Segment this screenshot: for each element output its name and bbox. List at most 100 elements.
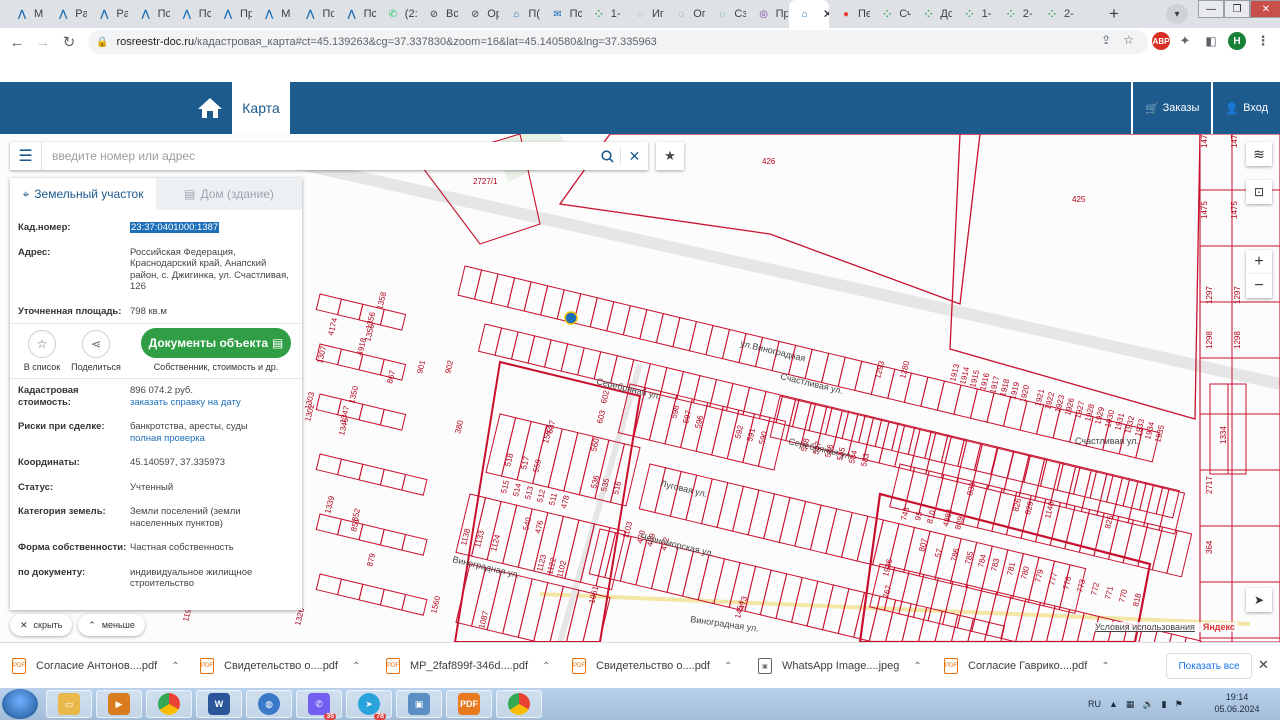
parcel[interactable] bbox=[486, 570, 518, 635]
tray-expand-icon[interactable]: ▲ bbox=[1109, 699, 1118, 709]
parcel[interactable] bbox=[358, 583, 385, 606]
browser-tab[interactable]: ⁘ 2- bbox=[1036, 2, 1076, 26]
parcel[interactable] bbox=[315, 453, 342, 476]
taskbar-media[interactable]: ▶ bbox=[96, 690, 142, 718]
parcel[interactable] bbox=[533, 582, 564, 642]
volume-icon[interactable]: 🔊 bbox=[1142, 699, 1153, 710]
start-button[interactable] bbox=[2, 689, 38, 719]
forward-icon[interactable]: → bbox=[30, 29, 56, 55]
nav-map-tab[interactable]: Карта bbox=[232, 82, 290, 134]
zoom-in-button[interactable]: + bbox=[1246, 250, 1272, 274]
share-icon[interactable]: ⇪ bbox=[1101, 33, 1111, 47]
download-item[interactable]: PDF Согласие Антонов....pdf ⌃ bbox=[12, 651, 180, 681]
orders-button[interactable]: 🛒 Заказы bbox=[1130, 82, 1211, 134]
parcel[interactable] bbox=[912, 573, 939, 622]
parcel[interactable] bbox=[1227, 383, 1247, 475]
browser-tab[interactable]: ⁘ 1- bbox=[954, 2, 994, 26]
favorites-star-icon[interactable]: ★ bbox=[656, 142, 684, 170]
menu-icon[interactable]: ☰ bbox=[10, 142, 42, 170]
tray-app-icon[interactable]: ▦ bbox=[1126, 699, 1135, 710]
chevron-up-icon[interactable]: ⌃ bbox=[171, 661, 179, 672]
taskbar-photos[interactable]: ▣ bbox=[396, 690, 442, 718]
parcel[interactable] bbox=[337, 578, 364, 601]
taskbar-browser[interactable]: ◍ bbox=[246, 690, 292, 718]
parcel[interactable] bbox=[517, 578, 549, 642]
parcel[interactable] bbox=[635, 539, 663, 590]
parcel[interactable] bbox=[315, 513, 342, 536]
browser-tab[interactable]: ◌ Ог bbox=[665, 2, 705, 26]
parcel[interactable] bbox=[315, 573, 342, 596]
parcel[interactable] bbox=[379, 308, 407, 331]
parcel[interactable] bbox=[358, 353, 385, 376]
chevron-up-icon[interactable]: ⌃ bbox=[913, 661, 921, 672]
browser-tab[interactable]: ⋀ M bbox=[6, 2, 46, 26]
parcel[interactable] bbox=[401, 593, 428, 616]
close-window-button[interactable]: ✕ bbox=[1250, 0, 1280, 18]
profile-avatar[interactable]: H bbox=[1228, 32, 1246, 50]
parcel[interactable] bbox=[775, 573, 803, 623]
search-icon[interactable] bbox=[594, 149, 620, 163]
cadastral-number-value[interactable]: 23:37:0401000:1387 bbox=[130, 222, 220, 233]
browser-tab[interactable]: ✆ (2: bbox=[377, 2, 417, 26]
parcel[interactable] bbox=[697, 554, 726, 605]
parcel[interactable] bbox=[894, 425, 921, 472]
parcel[interactable] bbox=[977, 621, 1006, 642]
add-to-list-button[interactable]: ☆ В список bbox=[12, 330, 72, 372]
chevron-up-icon[interactable]: ⌃ bbox=[724, 661, 732, 672]
show-all-downloads-button[interactable]: Показать все bbox=[1166, 653, 1252, 679]
chevron-up-icon[interactable]: ⌃ bbox=[1101, 661, 1109, 672]
browser-tab[interactable]: ⌂ П( bbox=[500, 2, 540, 26]
full-check-link[interactable]: полная проверка bbox=[130, 433, 294, 445]
parcel[interactable] bbox=[379, 468, 407, 491]
tab-search-button[interactable]: ▾ bbox=[1166, 4, 1188, 24]
close-tab-icon[interactable]: ✕ bbox=[823, 7, 829, 21]
login-button[interactable]: 👤 Вход bbox=[1211, 82, 1280, 134]
clear-icon[interactable]: ✕ bbox=[620, 147, 648, 165]
share-button[interactable]: ⋖ Поделиться bbox=[66, 330, 126, 372]
browser-tab[interactable]: ⋀ Пс bbox=[130, 2, 169, 26]
zoom-out-button[interactable]: − bbox=[1246, 274, 1272, 298]
parcel[interactable] bbox=[494, 327, 519, 360]
parcel[interactable] bbox=[527, 335, 552, 368]
home-icon[interactable] bbox=[190, 82, 230, 134]
browser-tab[interactable]: ◌ Иг bbox=[624, 2, 664, 26]
parcel[interactable] bbox=[716, 482, 744, 532]
taskbar-chrome-2[interactable] bbox=[496, 690, 542, 718]
download-item[interactable]: PDF Согласие Гаврико....pdf ⌃ bbox=[944, 651, 1110, 681]
terms-link[interactable]: Условия использования bbox=[1095, 622, 1195, 632]
taskbar-pdf[interactable]: PDF bbox=[446, 690, 492, 718]
download-item[interactable]: PDF Свидетельство о....pdf ⌃ bbox=[200, 651, 360, 681]
extensions-puzzle-icon[interactable]: ✦ bbox=[1176, 32, 1194, 50]
order-certificate-link[interactable]: заказать справку на дату bbox=[130, 397, 294, 409]
parcel[interactable] bbox=[732, 485, 760, 536]
side-panel-icon[interactable]: ◧ bbox=[1202, 32, 1220, 50]
maximize-button[interactable]: ❐ bbox=[1224, 0, 1250, 18]
parcel[interactable] bbox=[682, 550, 710, 601]
parcel[interactable] bbox=[337, 458, 364, 481]
parcel[interactable] bbox=[486, 500, 518, 565]
address-bar[interactable]: 🔒 rosreestr-doc.ru/кадастровая_карта#ct=… bbox=[88, 30, 1148, 54]
parcel[interactable] bbox=[809, 504, 838, 555]
browser-tab[interactable]: ⋀ Пс bbox=[336, 2, 375, 26]
search-input[interactable] bbox=[42, 143, 594, 169]
ruler-icon[interactable]: ⊡ bbox=[1246, 180, 1272, 204]
layers-icon[interactable]: ≋ bbox=[1246, 142, 1272, 166]
download-item[interactable]: ▣ WhatsApp Image....jpeg ⌃ bbox=[758, 651, 922, 681]
parcel[interactable] bbox=[502, 504, 533, 568]
browser-tab[interactable]: ⋀ M bbox=[253, 2, 293, 26]
parcel[interactable] bbox=[337, 298, 364, 321]
browser-tab[interactable]: ◎ Пр bbox=[748, 2, 787, 26]
parcel[interactable] bbox=[510, 331, 536, 364]
object-documents-button[interactable]: Документы объекта ▤ bbox=[141, 328, 291, 358]
back-icon[interactable]: ← bbox=[4, 29, 30, 55]
parcel[interactable] bbox=[379, 588, 407, 611]
browser-tab[interactable]: ⋀ Пс bbox=[294, 2, 334, 26]
browser-tab[interactable]: ⋀ Пс bbox=[171, 2, 211, 26]
browser-tab[interactable]: ⋀ Пр bbox=[212, 2, 252, 26]
parcel[interactable] bbox=[747, 489, 776, 540]
parcel[interactable] bbox=[379, 528, 407, 551]
browser-tab[interactable]: ● Пє bbox=[830, 2, 870, 26]
parcel[interactable] bbox=[825, 508, 853, 558]
parcel[interactable] bbox=[942, 580, 969, 629]
parcel[interactable] bbox=[604, 532, 632, 582]
